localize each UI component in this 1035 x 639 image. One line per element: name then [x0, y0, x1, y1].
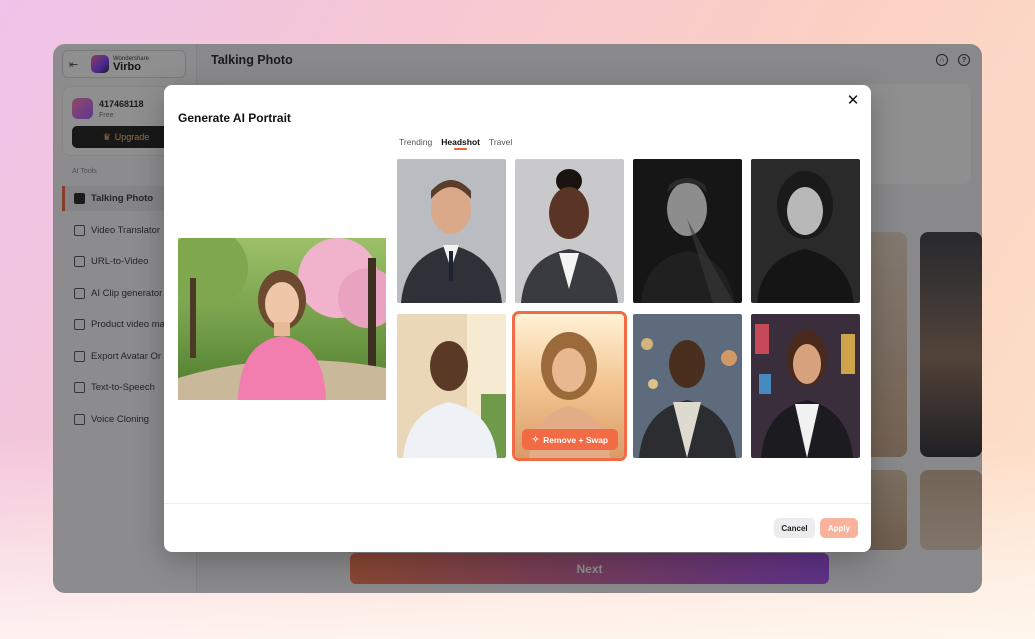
- portrait-tabs: Trending Headshot Travel: [399, 137, 512, 150]
- portrait-bw-woman[interactable]: [751, 159, 860, 303]
- portrait-grid: ✧ Remove + Swap: [397, 159, 862, 461]
- remove-swap-button[interactable]: ✧ Remove + Swap: [522, 429, 618, 450]
- portrait-beach-woman[interactable]: ✧ Remove + Swap: [512, 311, 627, 461]
- tab-headshot[interactable]: Headshot: [441, 137, 480, 150]
- portrait-businessman[interactable]: [397, 159, 506, 303]
- portrait-neon-woman[interactable]: [751, 314, 860, 458]
- apply-button[interactable]: Apply: [820, 518, 858, 538]
- portrait-bw-man[interactable]: [633, 159, 742, 303]
- remove-swap-label: Remove + Swap: [543, 434, 609, 445]
- modal-title: Generate AI Portrait: [178, 111, 291, 125]
- source-photo: [178, 238, 386, 400]
- close-icon[interactable]: ✕: [845, 93, 861, 109]
- cancel-button[interactable]: Cancel: [774, 518, 815, 538]
- tab-trending[interactable]: Trending: [399, 137, 432, 150]
- generate-portrait-modal: Generate AI Portrait ✕ Trending Headshot…: [164, 85, 871, 552]
- sparkle-icon: ✧: [531, 434, 540, 444]
- portrait-white-shirt-man[interactable]: [397, 314, 506, 458]
- tab-travel[interactable]: Travel: [489, 137, 512, 150]
- portrait-businesswoman[interactable]: [515, 159, 624, 303]
- portrait-city-man[interactable]: [633, 314, 742, 458]
- modal-footer: Cancel Apply: [164, 503, 871, 552]
